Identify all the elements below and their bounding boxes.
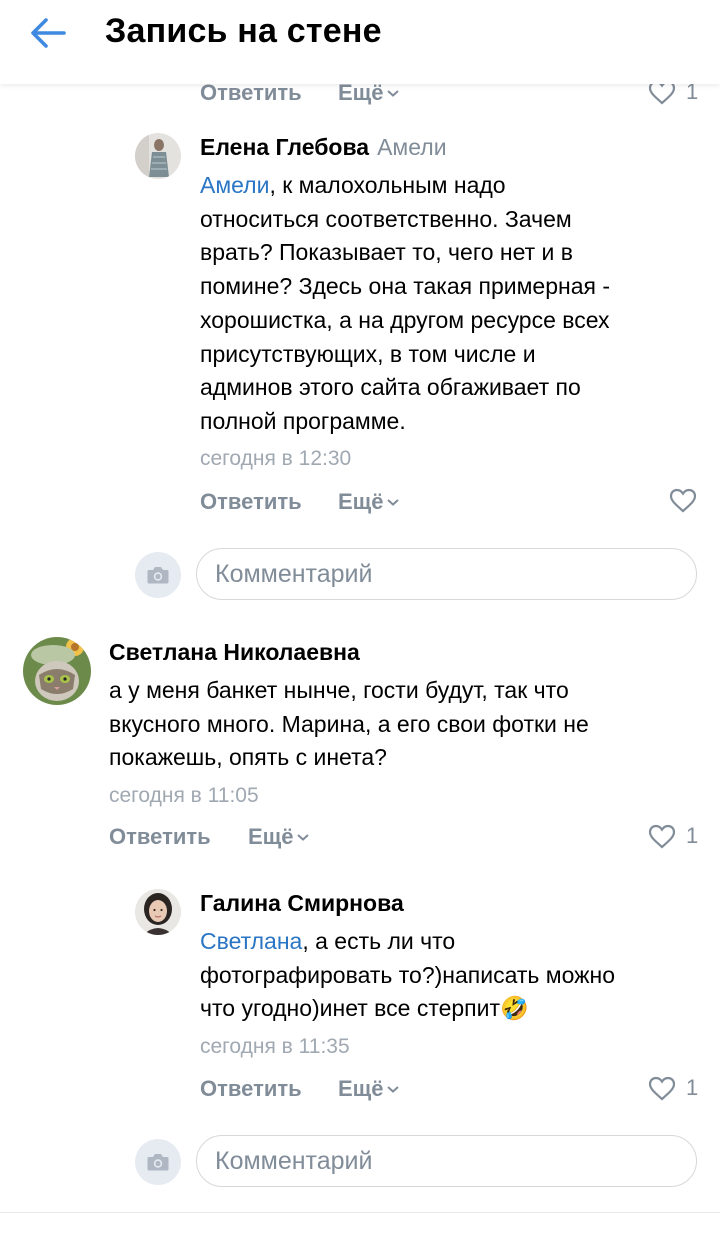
avatar-image — [23, 637, 91, 705]
timestamp[interactable]: сегодня в 11:35 — [200, 1035, 350, 1059]
app-header: Запись на стене — [0, 0, 720, 84]
text-line: что угодно)инет все стерпит — [200, 995, 501, 1022]
camera-icon — [147, 1154, 169, 1171]
laughing-emoji: 🤣 — [500, 995, 529, 1022]
chevron-down-icon — [387, 1086, 400, 1093]
text-line: относиться соответственно. Зачем — [200, 205, 572, 232]
divider — [0, 1212, 720, 1213]
comment-header: Елена Глебова Амели — [200, 134, 447, 161]
heart-icon — [648, 1076, 676, 1100]
heart-icon — [648, 824, 676, 848]
more-button[interactable]: Ещё — [338, 489, 400, 515]
mention-link[interactable]: Амели — [200, 172, 269, 198]
text-line: полной программе. — [200, 407, 406, 434]
more-label: Ещё — [338, 489, 384, 514]
avatar[interactable] — [135, 133, 181, 179]
page-title: Запись на стене — [105, 12, 382, 50]
avatar[interactable] — [135, 889, 181, 935]
avatar-image — [135, 133, 181, 179]
attach-photo-button[interactable] — [135, 1139, 181, 1185]
more-button[interactable]: Ещё — [338, 1076, 400, 1102]
chevron-down-icon — [387, 499, 400, 506]
avatar[interactable] — [23, 637, 91, 705]
arrow-left-icon — [31, 18, 66, 48]
more-label: Ещё — [338, 1076, 384, 1101]
more-button[interactable]: Ещё — [248, 824, 310, 850]
avatar-image — [135, 889, 181, 935]
author-name[interactable]: Елена Глебова — [200, 134, 369, 160]
like-button[interactable]: 1 — [648, 1075, 698, 1101]
text-line: админов этого сайта обгаживает по — [200, 374, 581, 401]
text-line: вкусного много. Марина, а его свои фотки… — [109, 710, 589, 737]
comment-input[interactable] — [196, 1135, 697, 1187]
like-button[interactable] — [669, 488, 697, 513]
camera-icon — [147, 567, 169, 584]
more-label: Ещё — [248, 824, 294, 849]
comment-input[interactable] — [196, 548, 697, 600]
text-line: присутствующих, в том числе и — [200, 340, 536, 367]
attach-photo-button[interactable] — [135, 552, 181, 598]
reply-button[interactable]: Ответить — [109, 824, 211, 850]
reply-button[interactable]: Ответить — [200, 1076, 302, 1102]
text-line: а у меня банкет нынче, гости будут, так … — [109, 677, 569, 703]
text-line: покажешь, опять с инета? — [109, 744, 387, 771]
like-count: 1 — [686, 823, 699, 848]
heart-icon — [669, 488, 697, 513]
author-name[interactable]: Светлана Николаевна — [109, 639, 360, 666]
text-line: хорошистка, а на другом ресурсе всех — [200, 306, 610, 333]
timestamp[interactable]: сегодня в 11:05 — [109, 784, 259, 808]
chevron-down-icon — [387, 90, 400, 97]
chevron-down-icon — [297, 834, 310, 841]
comment-text: Светлана, а есть ли что фотографировать … — [200, 925, 700, 1026]
comment-text: а у меня банкет нынче, гости будут, так … — [109, 674, 709, 775]
text-line: , а есть ли что — [302, 928, 456, 954]
text-line: врать? Показывает то, чего нет и в — [200, 239, 573, 266]
reply-button[interactable]: Ответить — [200, 489, 302, 515]
timestamp[interactable]: сегодня в 12:30 — [200, 447, 351, 471]
reply-to-name[interactable]: Амели — [377, 134, 446, 160]
comment-text: Амели, к малохольным надо относиться соо… — [200, 169, 700, 439]
text-line: фотографировать то?)написать можно — [200, 961, 615, 988]
author-name[interactable]: Галина Смирнова — [200, 890, 404, 917]
like-button[interactable]: 1 — [648, 823, 698, 849]
text-line: помине? Здесь она такая примерная - — [200, 273, 610, 300]
back-button[interactable] — [26, 12, 74, 54]
mention-link[interactable]: Светлана — [200, 928, 302, 954]
like-count: 1 — [686, 1075, 699, 1100]
text-line: , к малохольным надо — [269, 172, 506, 198]
